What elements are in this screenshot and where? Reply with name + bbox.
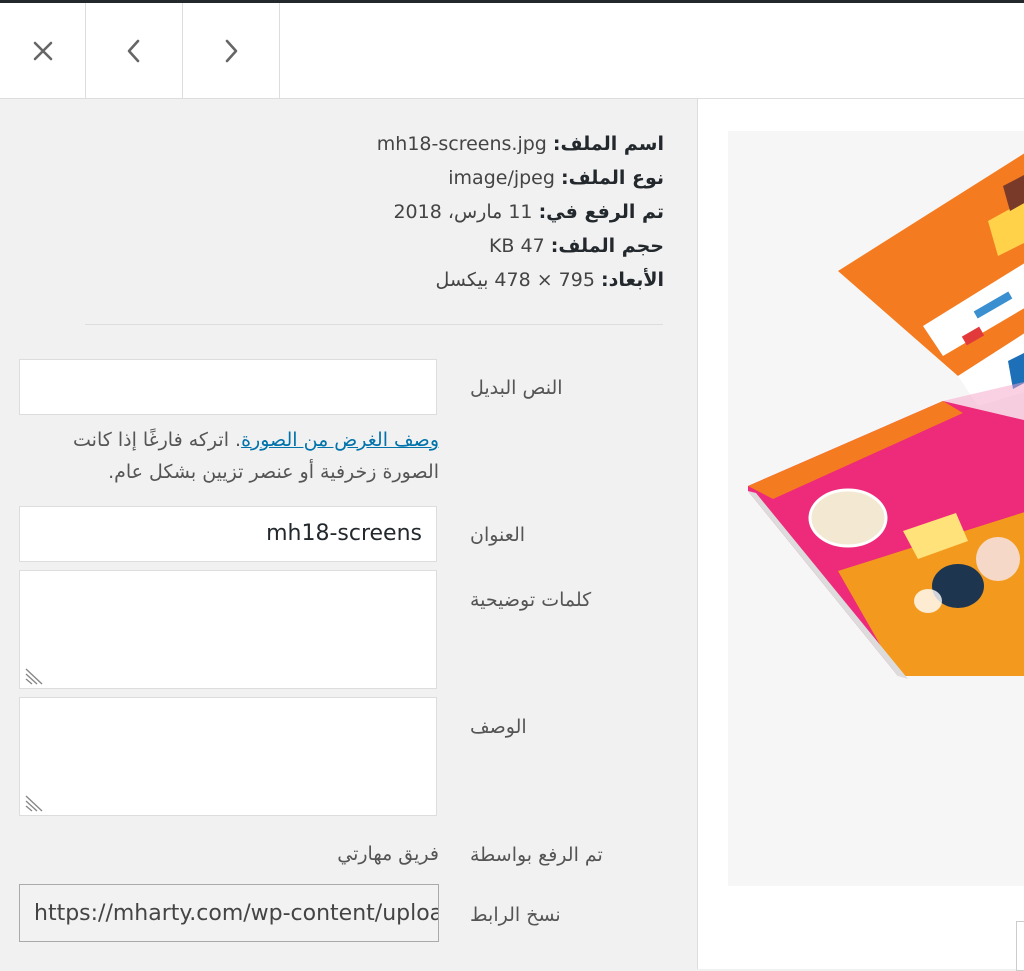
- title-label-text: العنوان: [470, 524, 526, 546]
- modal-toolbar: [0, 0, 1024, 99]
- file-name-label: اسم الملف:: [552, 133, 664, 155]
- dimensions-value: 795 × 478 بيكسل: [435, 269, 595, 291]
- close-button[interactable]: [0, 3, 86, 98]
- description-label-text: الوصف: [470, 716, 527, 738]
- alt-text-label-text: النص البديل: [470, 377, 563, 399]
- uploaded-on-row: تم الرفع في: 11 مارس، 2018: [64, 195, 664, 229]
- previous-button[interactable]: [85, 3, 183, 98]
- file-type-value: image/jpeg: [448, 167, 555, 189]
- file-type-label: نوع الملف:: [560, 167, 664, 189]
- file-size-value: 47 KB: [488, 235, 545, 257]
- resize-handle-icon[interactable]: [24, 792, 46, 812]
- attachment-thumbnail[interactable]: [728, 131, 1024, 886]
- edit-image-button-edge[interactable]: [1016, 921, 1024, 971]
- website-screens-mockup: [748, 153, 1024, 679]
- file-type-row: نوع الملف: image/jpeg: [64, 161, 664, 195]
- file-name-row: اسم الملف: mh18-screens.jpg: [64, 127, 664, 161]
- divider: [85, 324, 663, 325]
- title-value: mh18-screens: [266, 521, 422, 546]
- caption-label-text: كلمات توضيحية: [470, 589, 592, 611]
- resize-handle-icon[interactable]: [24, 665, 46, 685]
- uploaded-by-label-text: تم الرفع بواسطة: [470, 844, 603, 866]
- description-textarea[interactable]: [19, 697, 437, 816]
- next-button[interactable]: [182, 3, 280, 98]
- alt-text-help-link[interactable]: وصف الغرض من الصورة: [241, 429, 439, 451]
- description-label: الوصف: [470, 716, 670, 738]
- copy-link-field[interactable]: [19, 884, 439, 942]
- caption-label: كلمات توضيحية: [470, 589, 670, 611]
- copy-link-input[interactable]: [20, 885, 438, 941]
- file-size-label: حجم الملف:: [550, 235, 664, 257]
- caption-textarea[interactable]: [19, 570, 437, 689]
- copy-link-label-text: نسخ الرابط: [470, 904, 561, 926]
- chevron-left-icon: [127, 39, 139, 62]
- uploaded-on-label: تم الرفع في:: [538, 201, 664, 223]
- alt-text-label: النص البديل: [470, 377, 670, 399]
- copy-link-label: نسخ الرابط: [470, 904, 670, 926]
- uploaded-on-value: 11 مارس، 2018: [393, 201, 533, 223]
- alt-text-help: وصف الغرض من الصورة. اتركه فارغًا إذا كا…: [19, 424, 439, 488]
- title-input[interactable]: mh18-screens: [19, 506, 437, 562]
- alt-text-input[interactable]: [19, 359, 437, 415]
- file-name-value: mh18-screens.jpg: [376, 133, 547, 155]
- dimensions-label: الأبعاد:: [600, 269, 664, 291]
- title-label: العنوان: [470, 524, 670, 546]
- dimensions-row: الأبعاد: 795 × 478 بيكسل: [64, 263, 665, 297]
- uploaded-by-label: تم الرفع بواسطة: [470, 844, 670, 866]
- chevron-right-icon: [225, 39, 237, 62]
- file-details: اسم الملف: mh18-screens.jpg نوع الملف: i…: [64, 127, 664, 297]
- attachment-preview-pane: [697, 99, 1024, 971]
- close-icon: [33, 41, 52, 60]
- uploaded-by-value: فريق مهارتي: [337, 843, 439, 865]
- file-size-row: حجم الملف: 47 KB: [64, 229, 664, 263]
